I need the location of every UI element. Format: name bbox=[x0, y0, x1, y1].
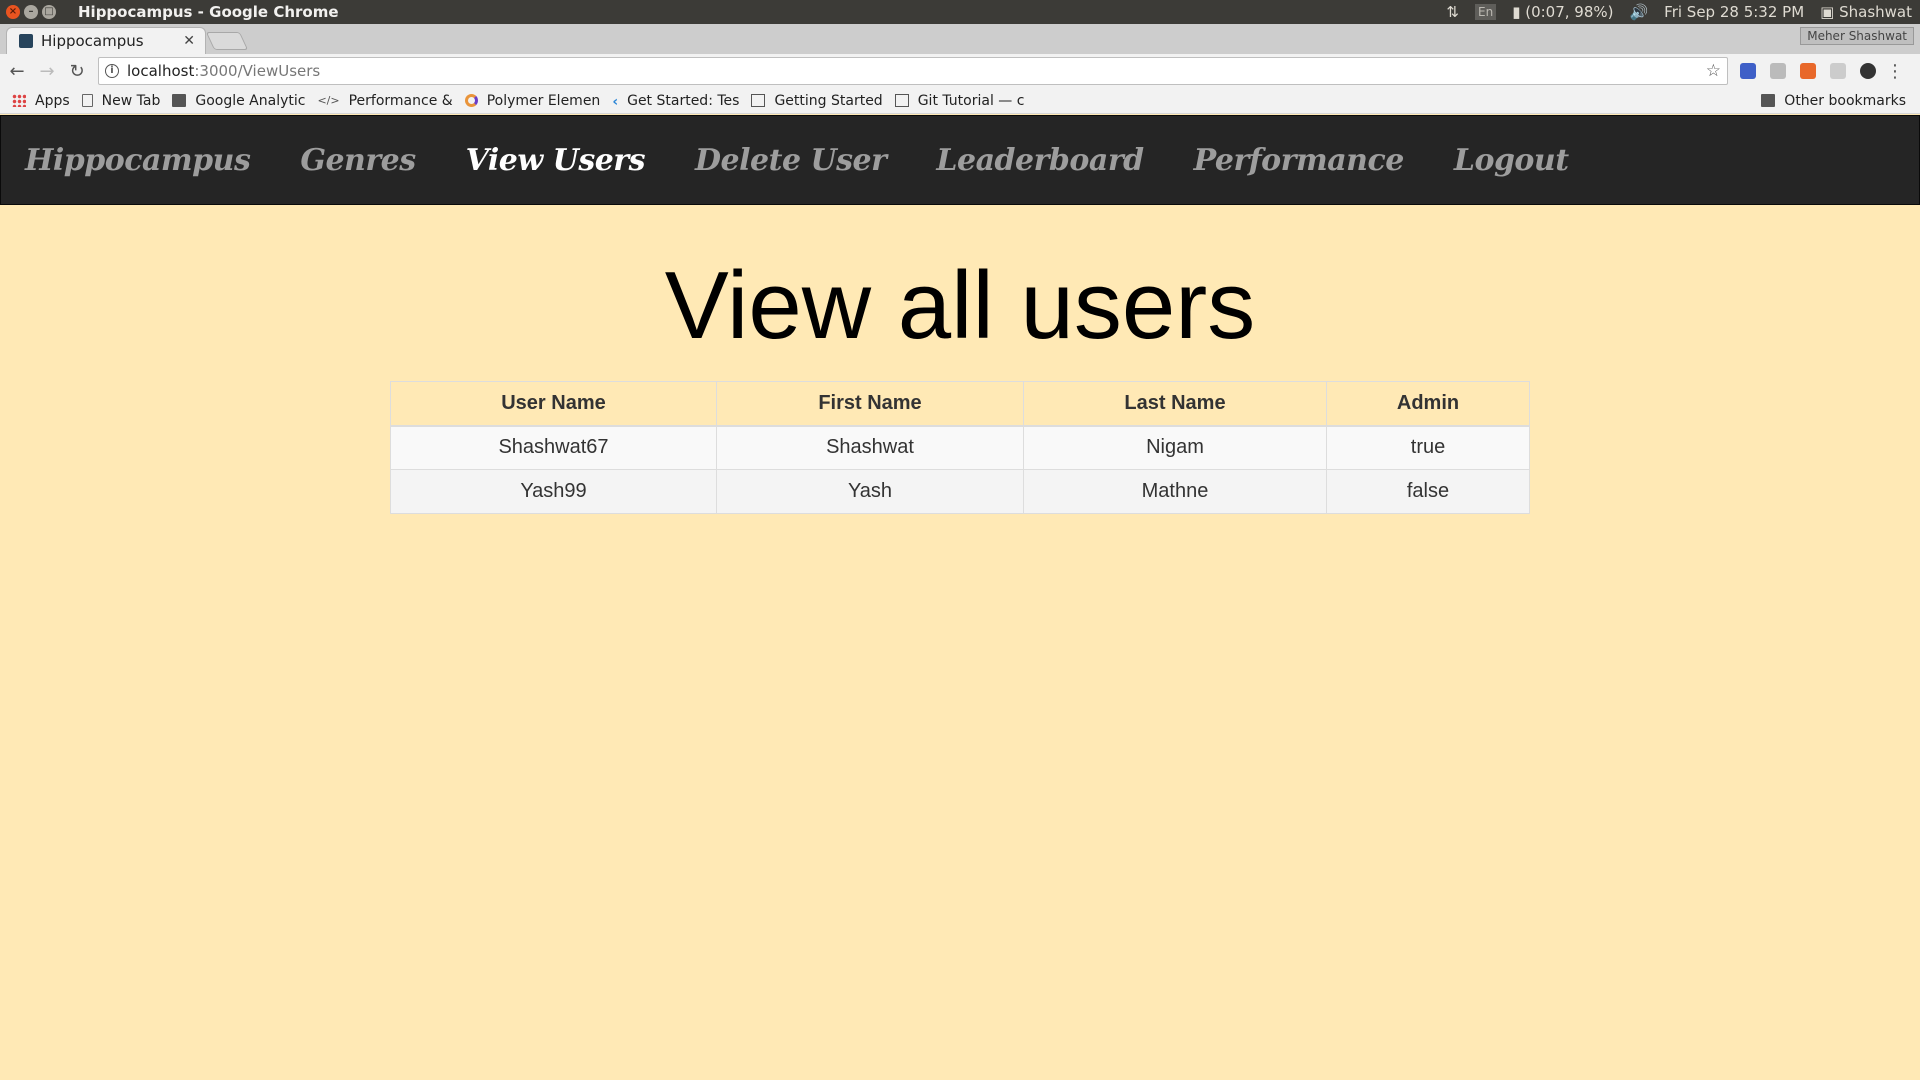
bookmark-label: Git Tutorial — c bbox=[917, 92, 1025, 109]
column-header-first-name: First Name bbox=[716, 381, 1024, 427]
keyboard-language-indicator[interactable]: En bbox=[1475, 4, 1497, 20]
page-icon bbox=[81, 94, 93, 107]
tab-strip: Hippocampus ✕ Meher Shashwat bbox=[0, 24, 1920, 54]
extension-icon-1[interactable] bbox=[1740, 63, 1756, 79]
code-icon: </> bbox=[317, 94, 340, 107]
folder-icon bbox=[172, 94, 187, 107]
page-title: View all users bbox=[664, 252, 1256, 359]
bookmark-performance[interactable]: </> Performance & bbox=[317, 93, 452, 109]
cell-admin: true bbox=[1326, 425, 1530, 470]
bookmark-label: Polymer Elemen bbox=[486, 92, 601, 109]
bookmark-star-icon[interactable]: ☆ bbox=[1706, 61, 1721, 81]
brand-link[interactable]: Hippocampus bbox=[25, 143, 251, 178]
volume-icon[interactable]: 🔊 bbox=[1629, 3, 1648, 21]
cell-user-name: Yash99 bbox=[390, 469, 717, 514]
tab-title: Hippocampus bbox=[41, 32, 144, 50]
extension-icons bbox=[1740, 63, 1876, 79]
folder-icon bbox=[1761, 94, 1776, 107]
column-header-user-name: User Name bbox=[390, 381, 717, 427]
tab-close-icon[interactable]: ✕ bbox=[183, 33, 195, 49]
extension-icon-4[interactable] bbox=[1830, 63, 1846, 79]
user-icon: ▣ bbox=[1820, 3, 1840, 21]
user-menu[interactable]: ▣ Shashwat bbox=[1820, 3, 1912, 21]
battery-status: (0:07, 98%) bbox=[1525, 3, 1614, 21]
cell-first-name: Shashwat bbox=[716, 425, 1024, 470]
nav-link-logout[interactable]: Logout bbox=[1454, 143, 1569, 178]
nav-link-leaderboard[interactable]: Leaderboard bbox=[936, 143, 1144, 178]
profile-chip[interactable]: Meher Shashwat bbox=[1800, 27, 1914, 45]
os-indicators: ⇅ En ▮ (0:07, 98%) 🔊 Fri Sep 28 5:32 PM … bbox=[1446, 3, 1920, 21]
network-icon[interactable]: ⇅ bbox=[1446, 3, 1459, 21]
user-name: Shashwat bbox=[1839, 3, 1912, 21]
bookmark-new-tab[interactable]: New Tab bbox=[81, 92, 161, 109]
battery-indicator[interactable]: ▮ (0:07, 98%) bbox=[1512, 3, 1613, 21]
table-row: Shashwat67 Shashwat Nigam true bbox=[390, 425, 1530, 470]
bookmark-getting-started[interactable]: Getting Started bbox=[751, 92, 883, 109]
flutter-icon: ‹ bbox=[612, 94, 619, 110]
cell-first-name: Yash bbox=[716, 469, 1024, 514]
window-controls: × – □ bbox=[6, 5, 56, 19]
bookmark-polymer[interactable]: Polymer Elemen bbox=[464, 92, 601, 109]
users-table: User Name First Name Last Name Admin Sha… bbox=[390, 381, 1530, 514]
cell-last-name: Mathne bbox=[1023, 469, 1327, 514]
app-navbar: Hippocampus Genres View Users Delete Use… bbox=[0, 115, 1920, 205]
cell-last-name: Nigam bbox=[1023, 425, 1327, 470]
cell-user-name: Shashwat67 bbox=[390, 425, 717, 470]
os-top-bar: × – □ Hippocampus - Google Chrome ⇅ En ▮… bbox=[0, 0, 1920, 24]
forward-arrow-icon[interactable]: → bbox=[34, 61, 60, 82]
bookmark-label: Apps bbox=[35, 92, 70, 109]
table-row: Yash99 Yash Mathne false bbox=[390, 469, 1530, 514]
window-title: Hippocampus - Google Chrome bbox=[78, 3, 339, 21]
url-host: localhost bbox=[127, 62, 195, 80]
cell-admin: false bbox=[1326, 469, 1530, 514]
window-maximize-button[interactable]: □ bbox=[42, 5, 56, 19]
address-bar[interactable]: i localhost:3000/ViewUsers ☆ bbox=[98, 57, 1728, 85]
doc-icon bbox=[894, 94, 909, 107]
doc-icon bbox=[751, 94, 766, 107]
battery-icon: ▮ bbox=[1512, 3, 1526, 21]
nav-link-genres[interactable]: Genres bbox=[300, 143, 416, 178]
favicon-icon bbox=[19, 34, 33, 48]
nav-link-view-users[interactable]: View Users bbox=[466, 143, 646, 178]
browser-tab[interactable]: Hippocampus ✕ bbox=[6, 27, 206, 54]
column-header-last-name: Last Name bbox=[1023, 381, 1327, 427]
back-arrow-icon[interactable]: ← bbox=[4, 61, 30, 82]
nav-link-delete-user[interactable]: Delete User bbox=[695, 143, 887, 178]
apps-grid-icon bbox=[12, 94, 26, 107]
polymer-icon bbox=[464, 94, 478, 107]
extension-icon-2[interactable] bbox=[1770, 63, 1786, 79]
bookmark-apps[interactable]: Apps bbox=[12, 93, 70, 109]
reload-icon[interactable]: ↻ bbox=[64, 61, 90, 82]
url-path: :3000/ViewUsers bbox=[194, 62, 321, 80]
nav-link-performance[interactable]: Performance bbox=[1194, 143, 1405, 178]
browser-toolbar: ← → ↻ i localhost:3000/ViewUsers ☆ ⋮ bbox=[0, 54, 1920, 88]
window-minimize-button[interactable]: – bbox=[24, 5, 38, 19]
bookmark-get-started[interactable]: ‹ Get Started: Tes bbox=[612, 92, 740, 111]
new-tab-button[interactable] bbox=[205, 32, 249, 50]
other-bookmarks-label: Other bookmarks bbox=[1784, 92, 1906, 109]
bookmark-label: New Tab bbox=[101, 92, 161, 109]
bookmarks-bar: Apps New Tab Google Analytic </> Performa… bbox=[0, 88, 1920, 114]
bookmark-git-tutorial[interactable]: Git Tutorial — c bbox=[894, 92, 1025, 109]
bookmark-label: Performance & bbox=[348, 92, 453, 109]
other-bookmarks[interactable]: Other bookmarks bbox=[1761, 93, 1906, 109]
clock[interactable]: Fri Sep 28 5:32 PM bbox=[1664, 3, 1804, 21]
bookmark-google-analytics[interactable]: Google Analytic bbox=[172, 93, 305, 109]
extension-icon-5[interactable] bbox=[1860, 63, 1876, 79]
table-header-row: User Name First Name Last Name Admin bbox=[390, 381, 1530, 427]
bookmark-label: Google Analytic bbox=[195, 92, 306, 109]
browser-menu-icon[interactable]: ⋮ bbox=[1886, 61, 1904, 82]
bookmark-label: Get Started: Tes bbox=[627, 92, 740, 109]
window-close-button[interactable]: × bbox=[6, 5, 20, 19]
extension-icon-3[interactable] bbox=[1800, 63, 1816, 79]
column-header-admin: Admin bbox=[1326, 381, 1530, 427]
bookmark-label: Getting Started bbox=[774, 92, 883, 109]
info-icon[interactable]: i bbox=[105, 64, 119, 78]
